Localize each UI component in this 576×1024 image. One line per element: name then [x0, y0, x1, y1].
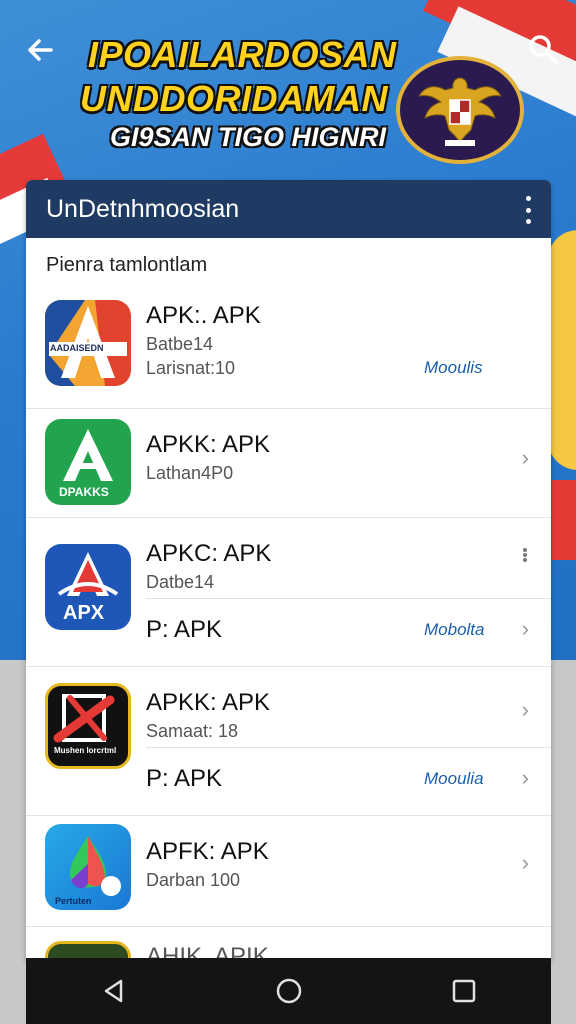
app-detail: Batbe14 [146, 334, 214, 354]
system-navigation-bar [26, 958, 551, 1024]
more-vertical-icon[interactable] [521, 196, 535, 224]
chevron-right-icon[interactable]: › [522, 850, 529, 876]
nav-recents-button[interactable] [439, 966, 489, 1016]
app-icon-label: Mushen lorcrtml [54, 746, 117, 755]
chevron-right-icon[interactable]: › [522, 697, 529, 723]
app-detail: Larisnat:10 [146, 358, 236, 378]
app-detail: Datbe14 [146, 572, 215, 592]
list-item[interactable]: Pertuten APFK: APK Darban 100 › [26, 816, 551, 927]
app-name: APKK: APK [146, 689, 271, 716]
app-detail: Samaat: 18 [146, 721, 239, 741]
app-icon: APX [45, 544, 131, 630]
search-icon [529, 35, 558, 64]
section-label: Pienra tamlontlam [46, 254, 208, 276]
list-item[interactable]: APX APKC: APK Datbe14 P: APK Mobolta › [26, 518, 551, 667]
app-link[interactable]: Mobolta [424, 620, 484, 640]
app-detail: Darban 100 [146, 870, 241, 890]
search-button[interactable] [522, 28, 564, 70]
app-detail: Lathan4P0 [146, 463, 234, 483]
chevron-right-icon[interactable]: › [522, 765, 529, 791]
list-item[interactable]: Mushen lorcrtml APKK: APK Samaat: 18 › P… [26, 667, 551, 816]
app-name: APKC: APK [146, 540, 272, 567]
app-subname: P: APK [146, 616, 223, 643]
app-subname: P: APK [146, 765, 223, 792]
banner-subtitle: GI9SAN TIGO HIGNRI [110, 122, 387, 152]
garuda-emblem-icon [396, 56, 524, 164]
banner-title-line2: UNDDORIDAMAN [80, 78, 388, 119]
app-icon: Mushen lorcrtml [45, 683, 131, 769]
app-link[interactable]: Mooulis [424, 358, 483, 378]
app-list-panel: UnDetnhmoosian Pienra tamlontlam AADAISE… [26, 180, 551, 960]
app-icon: Pertuten [45, 824, 131, 910]
nav-home-button[interactable] [264, 966, 314, 1016]
panel-title: UnDetnhmoosian [46, 194, 240, 223]
app-icon-label: Pertuten [55, 896, 92, 906]
nav-back-button[interactable] [89, 966, 139, 1016]
chevron-right-icon[interactable]: › [522, 616, 529, 642]
app-name: APK:. APK [146, 302, 261, 329]
panel-header: UnDetnhmoosian [26, 180, 551, 238]
app-icon-label: AADAISEDN [50, 343, 104, 353]
app-icon-label: APX [63, 602, 105, 624]
app-name: APKK: APK [146, 431, 271, 458]
top-banner: IPOAILARDOSAN UNDDORIDAMAN GI9SAN TIGO H… [0, 0, 576, 180]
app-icon-label: DPAKKS [59, 485, 109, 499]
app-name: APFK: APK [146, 838, 269, 865]
app-link[interactable]: Mooulia [424, 769, 484, 789]
app-icon: AADAISEDN [45, 300, 131, 386]
chevron-right-icon[interactable]: › [522, 445, 529, 471]
circle-home-icon [276, 978, 301, 1004]
back-button[interactable] [20, 30, 60, 70]
arrow-left-icon [28, 39, 53, 61]
square-recents-icon [452, 979, 475, 1003]
triangle-back-icon [104, 979, 122, 1003]
app-icon: DPAKKS [45, 419, 131, 505]
more-vertical-icon[interactable] [523, 548, 527, 562]
list-item[interactable]: DPAKKS APKK: APK Lathan4P0 › [26, 409, 551, 518]
list-item[interactable]: AHIK. APIK [26, 927, 551, 960]
list-item[interactable]: AADAISEDN APK:. APK Batbe14 Larisnat:10 … [26, 276, 551, 409]
banner-title-line1: IPOAILARDOSAN [88, 34, 397, 75]
